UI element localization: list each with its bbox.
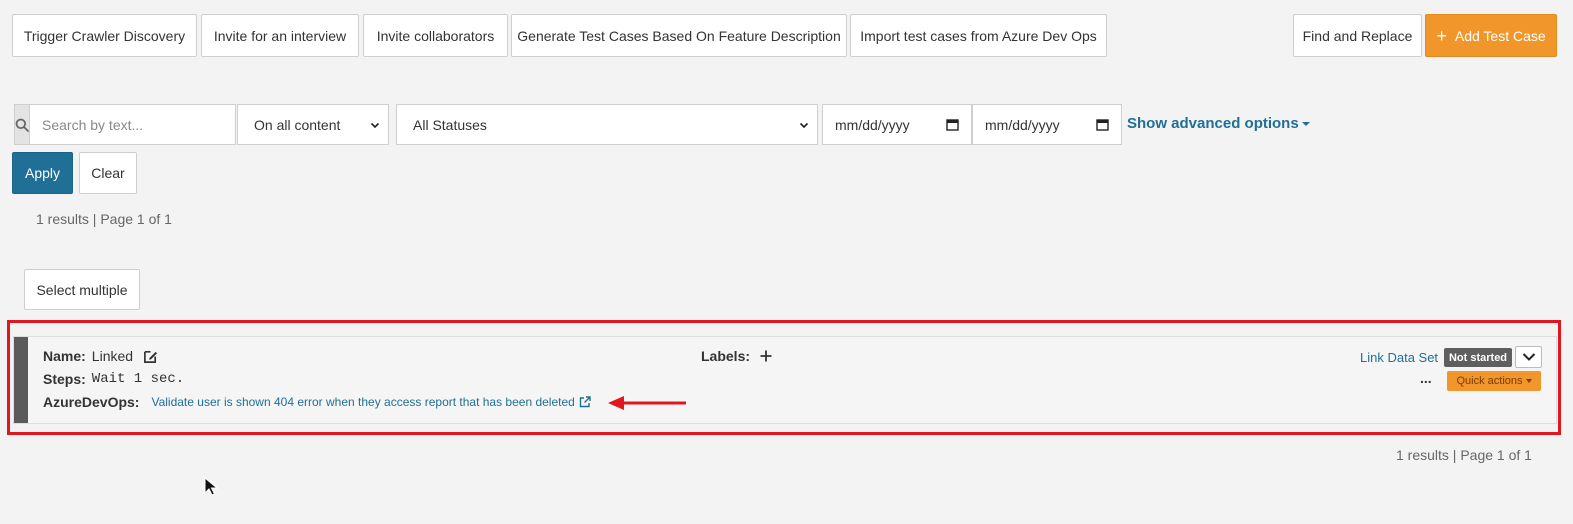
chevron-down-icon xyxy=(799,122,809,128)
content-scope-select[interactable]: On all content xyxy=(237,104,389,145)
date-from-placeholder: mm/dd/yyyy xyxy=(835,116,910,133)
chevron-down-icon xyxy=(370,122,380,128)
invite-collaborators-button[interactable]: Invite collaborators xyxy=(363,14,508,57)
date-to-input[interactable]: mm/dd/yyyy xyxy=(972,104,1122,145)
find-and-replace-button[interactable]: Find and Replace xyxy=(1293,14,1422,57)
content-scope-value: On all content xyxy=(254,116,341,133)
show-advanced-options-label: Show advanced options xyxy=(1127,115,1299,132)
results-summary-bottom: 1 results | Page 1 of 1 xyxy=(1396,447,1532,463)
mouse-cursor-icon xyxy=(204,477,218,496)
caret-down-icon xyxy=(1301,121,1310,126)
apply-button[interactable]: Apply xyxy=(12,152,73,194)
trigger-crawler-discovery-button[interactable]: Trigger Crawler Discovery xyxy=(12,14,197,57)
clear-button[interactable]: Clear xyxy=(79,152,137,194)
highlight-box xyxy=(7,320,1561,435)
show-advanced-options-link[interactable]: Show advanced options xyxy=(1127,115,1310,132)
search-group xyxy=(14,104,236,145)
results-summary-top: 1 results | Page 1 of 1 xyxy=(36,211,172,227)
import-azure-devops-button[interactable]: Import test cases from Azure Dev Ops xyxy=(850,14,1107,57)
status-value: All Statuses xyxy=(413,116,487,133)
add-test-case-label: Add Test Case xyxy=(1454,27,1546,44)
status-select[interactable]: All Statuses xyxy=(396,104,818,145)
invite-interview-button[interactable]: Invite for an interview xyxy=(201,14,359,57)
generate-test-cases-button[interactable]: Generate Test Cases Based On Feature Des… xyxy=(511,14,847,57)
add-test-case-button[interactable]: + Add Test Case xyxy=(1425,14,1557,57)
search-input[interactable] xyxy=(30,105,235,144)
annotation-arrow-icon xyxy=(608,396,686,410)
select-multiple-button[interactable]: Select multiple xyxy=(24,269,140,310)
calendar-icon[interactable] xyxy=(1096,118,1109,131)
calendar-icon[interactable] xyxy=(946,118,959,131)
search-icon[interactable] xyxy=(15,105,30,144)
plus-icon: + xyxy=(1436,25,1447,46)
date-to-placeholder: mm/dd/yyyy xyxy=(985,116,1060,133)
date-from-input[interactable]: mm/dd/yyyy xyxy=(822,104,972,145)
